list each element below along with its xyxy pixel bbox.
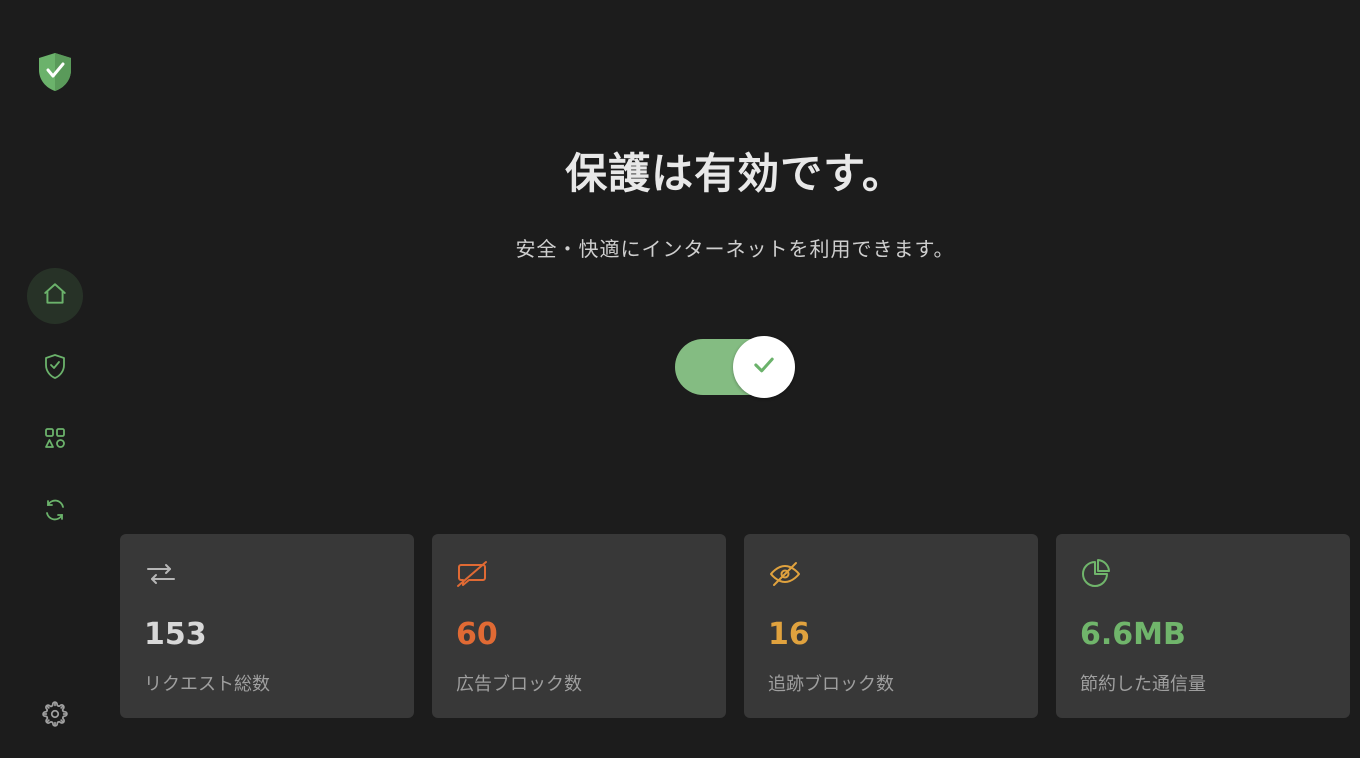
protection-status-subtitle: 安全・快適にインターネットを利用できます。 <box>110 233 1360 262</box>
card-data-saved[interactable]: 6.6MB 節約した通信量 <box>1056 534 1350 718</box>
toggle-thumb <box>733 336 795 398</box>
card-trackers-label: 追跡ブロック数 <box>768 670 1014 696</box>
protection-status-title: 保護は有効です。 <box>110 140 1360 201</box>
sync-icon <box>43 498 67 526</box>
nav-apps[interactable] <box>27 412 83 468</box>
sidebar-nav <box>0 268 110 540</box>
card-trackers-blocked[interactable]: 16 追跡ブロック数 <box>744 534 1038 718</box>
card-ads-blocked[interactable]: 60 広告ブロック数 <box>432 534 726 718</box>
no-chat-icon <box>456 558 702 590</box>
transfer-arrows-icon <box>144 558 390 590</box>
protection-toggle[interactable] <box>675 336 795 398</box>
stats-cards: 153 リクエスト総数 60 広告ブロック数 16 追跡ブ <box>120 534 1350 718</box>
check-icon <box>750 351 778 383</box>
sidebar <box>0 0 110 758</box>
card-ads-value: 60 <box>456 620 702 650</box>
hero: 保護は有効です。 安全・快適にインターネットを利用できます。 <box>110 0 1360 398</box>
nav-settings[interactable] <box>0 688 110 744</box>
nav-updates[interactable] <box>27 484 83 540</box>
main-content: 保護は有効です。 安全・快適にインターネットを利用できます。 <box>110 0 1360 758</box>
home-icon <box>42 281 68 311</box>
card-requests-value: 153 <box>144 620 390 650</box>
nav-protection[interactable] <box>27 340 83 396</box>
card-requests[interactable]: 153 リクエスト総数 <box>120 534 414 718</box>
pie-chart-icon <box>1080 558 1326 590</box>
shield-outline-icon <box>43 353 67 383</box>
card-trackers-value: 16 <box>768 620 1014 650</box>
eye-off-icon <box>768 558 1014 590</box>
apps-grid-icon <box>43 426 67 454</box>
gear-icon <box>42 701 68 731</box>
app-logo-shield-icon <box>37 52 73 92</box>
card-ads-label: 広告ブロック数 <box>456 670 702 696</box>
nav-home[interactable] <box>27 268 83 324</box>
card-requests-label: リクエスト総数 <box>144 670 390 696</box>
card-data-value: 6.6MB <box>1080 620 1326 650</box>
card-data-label: 節約した通信量 <box>1080 670 1326 696</box>
